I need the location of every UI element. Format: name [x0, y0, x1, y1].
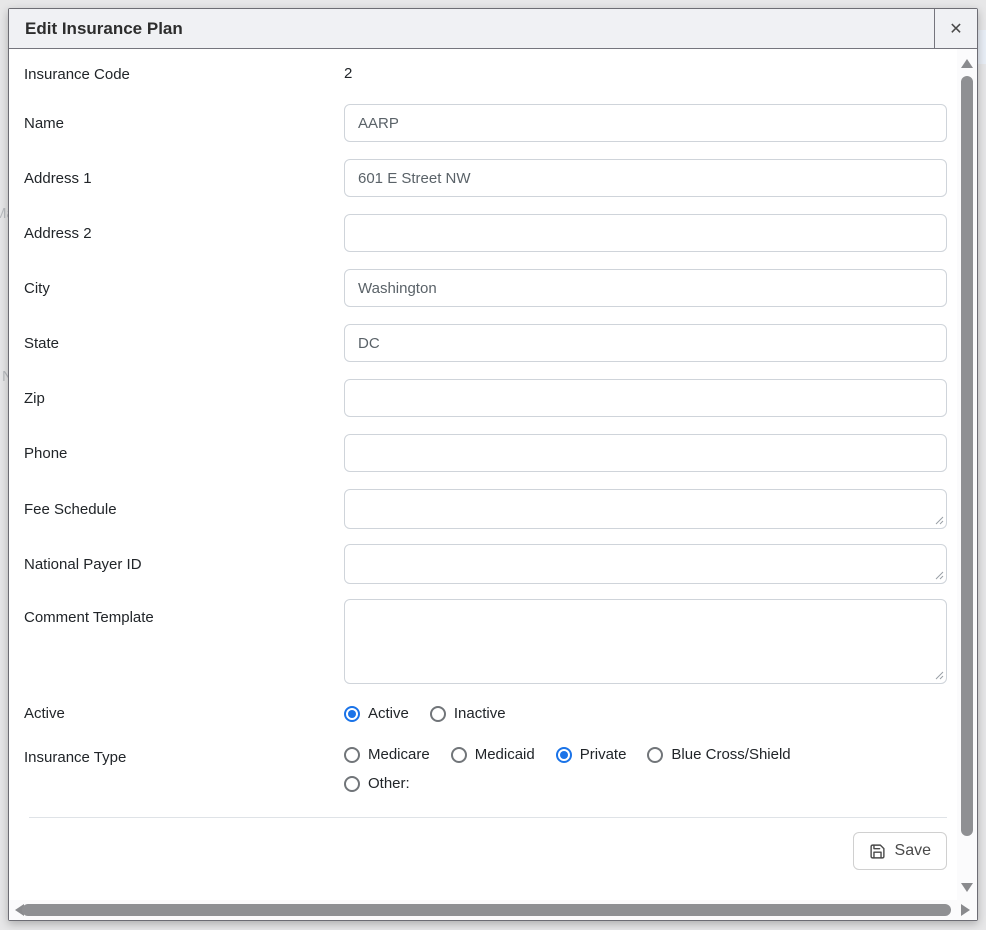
radio-medicare[interactable]: Medicare [344, 746, 430, 763]
radio-button-icon [647, 747, 663, 763]
radio-label: Inactive [454, 705, 506, 722]
address1-field[interactable] [344, 159, 947, 197]
insurance-type-row: Insurance Type Medicare Medicaid [24, 746, 947, 792]
insurance-code-label: Insurance Code [24, 66, 344, 83]
name-field[interactable] [344, 104, 947, 142]
vertical-scrollbar-thumb[interactable] [961, 76, 973, 836]
active-label: Active [24, 705, 344, 722]
dialog-footer: Save [24, 818, 947, 870]
fee-schedule-row: Fee Schedule [24, 489, 947, 529]
vertical-scrollbar[interactable] [957, 49, 977, 900]
state-label: State [24, 335, 344, 352]
insurance-code-value: 2 [344, 65, 352, 82]
radio-button-icon [344, 776, 360, 792]
scroll-right-arrow-icon[interactable] [961, 904, 970, 916]
name-row: Name [24, 104, 947, 142]
radio-inactive[interactable]: Inactive [430, 705, 506, 722]
save-button-label: Save [895, 842, 931, 860]
dialog-body: Insurance Code 2 Name Address 1 Address … [9, 49, 977, 920]
radio-active[interactable]: Active [344, 705, 409, 722]
scroll-down-arrow-icon[interactable] [961, 883, 973, 892]
radio-label: Active [368, 705, 409, 722]
state-row: State [24, 324, 947, 362]
city-row: City [24, 269, 947, 307]
radio-label: Other: [368, 775, 410, 792]
city-label: City [24, 280, 344, 297]
radio-button-icon [344, 747, 360, 763]
comment-template-label: Comment Template [24, 599, 344, 626]
address1-row: Address 1 [24, 159, 947, 197]
close-icon: ✕ [949, 19, 962, 39]
address2-row: Address 2 [24, 214, 947, 252]
zip-row: Zip [24, 379, 947, 417]
edit-insurance-plan-dialog: Edit Insurance Plan ✕ Insurance Code 2 N… [8, 8, 978, 921]
radio-medicaid[interactable]: Medicaid [451, 746, 535, 763]
address2-field[interactable] [344, 214, 947, 252]
radio-button-icon [430, 706, 446, 722]
save-button[interactable]: Save [853, 832, 947, 870]
city-field[interactable] [344, 269, 947, 307]
radio-label: Private [580, 746, 627, 763]
address2-label: Address 2 [24, 225, 344, 242]
radio-button-icon [344, 706, 360, 722]
horizontal-scrollbar-thumb[interactable] [22, 904, 951, 916]
name-label: Name [24, 115, 344, 132]
fee-schedule-field[interactable] [344, 489, 947, 529]
address1-label: Address 1 [24, 170, 344, 187]
comment-template-row: Comment Template [24, 599, 947, 684]
phone-label: Phone [24, 445, 344, 462]
radio-label: Medicare [368, 746, 430, 763]
insurance-code-row: Insurance Code 2 [24, 65, 947, 83]
national-payer-id-label: National Payer ID [24, 556, 344, 573]
zip-field[interactable] [344, 379, 947, 417]
radio-private[interactable]: Private [556, 746, 627, 763]
dialog-title: Edit Insurance Plan [9, 19, 183, 39]
comment-template-field[interactable] [344, 599, 947, 684]
radio-other[interactable]: Other: [344, 775, 410, 792]
insurance-type-label: Insurance Type [24, 746, 344, 766]
radio-label: Medicaid [475, 746, 535, 763]
radio-button-icon [451, 747, 467, 763]
save-icon [869, 843, 886, 860]
scroll-up-arrow-icon[interactable] [961, 59, 973, 68]
phone-field[interactable] [344, 434, 947, 472]
radio-label: Blue Cross/Shield [671, 746, 790, 763]
form-content: Insurance Code 2 Name Address 1 Address … [9, 49, 955, 898]
close-button[interactable]: ✕ [934, 9, 977, 48]
dialog-header: Edit Insurance Plan ✕ [9, 9, 977, 49]
radio-blue-cross-shield[interactable]: Blue Cross/Shield [647, 746, 790, 763]
phone-row: Phone [24, 434, 947, 472]
fee-schedule-label: Fee Schedule [24, 501, 344, 518]
background-page-fragment [978, 30, 986, 64]
horizontal-scrollbar[interactable] [9, 900, 977, 920]
zip-label: Zip [24, 390, 344, 407]
national-payer-id-row: National Payer ID [24, 544, 947, 584]
active-row: Active Active Inactive [24, 705, 947, 722]
national-payer-id-field[interactable] [344, 544, 947, 584]
radio-button-icon [556, 747, 572, 763]
state-field[interactable] [344, 324, 947, 362]
